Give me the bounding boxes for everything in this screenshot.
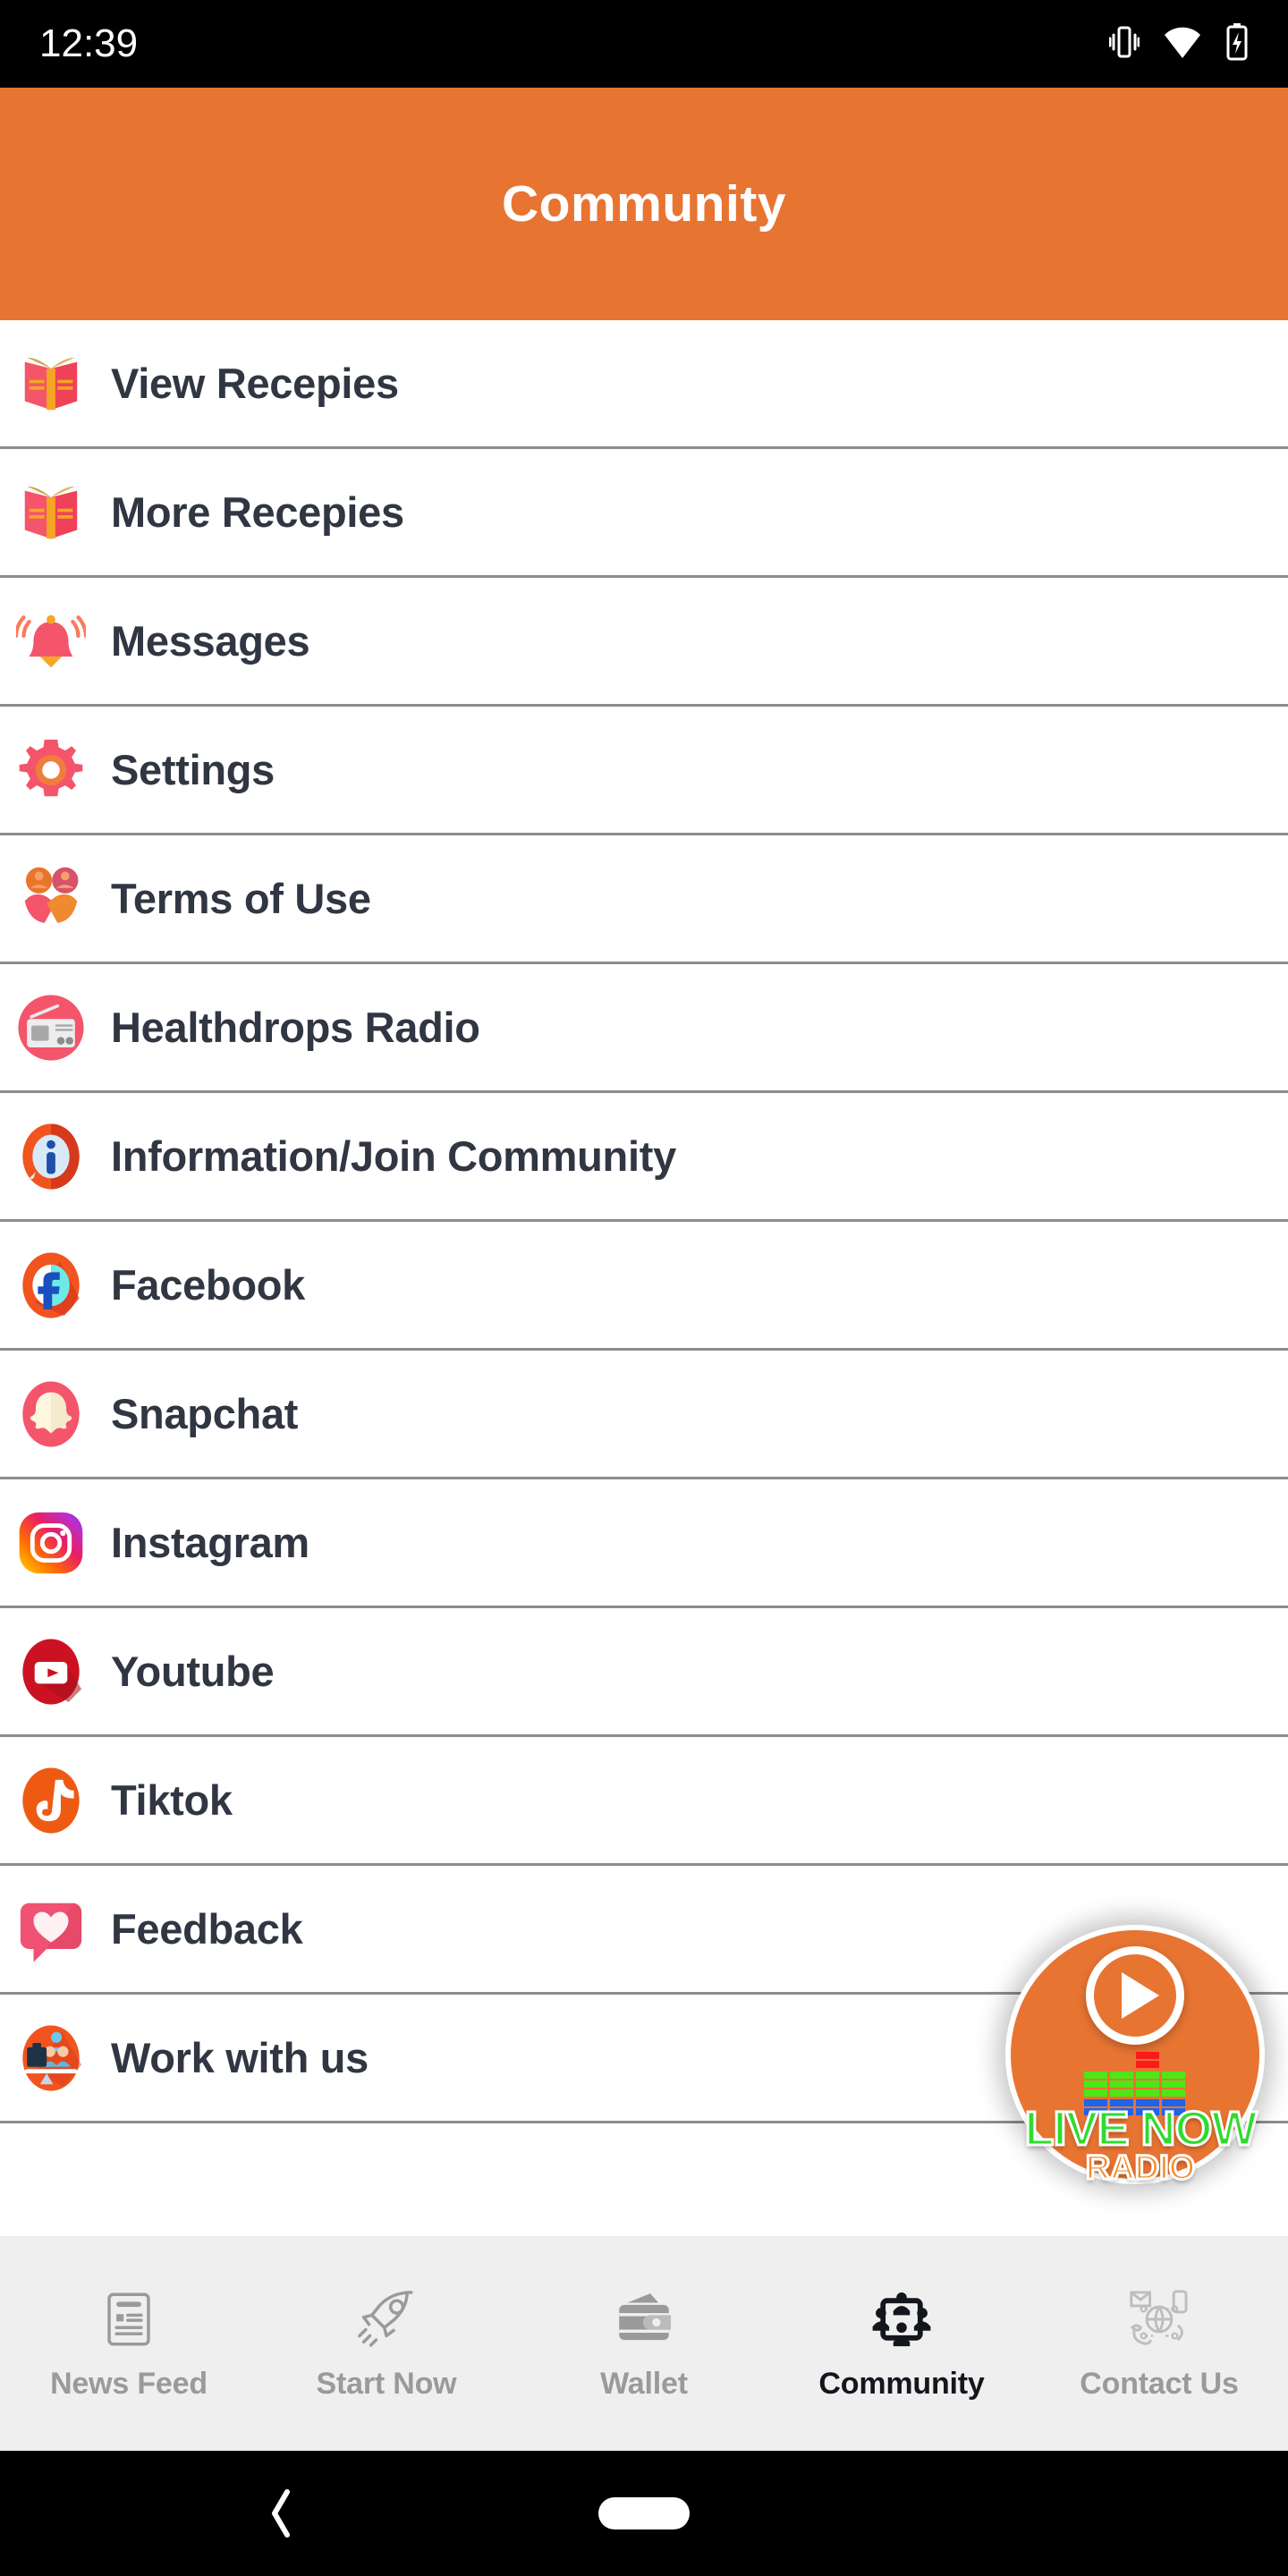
youtube-play-icon bbox=[16, 1637, 86, 1707]
list-item[interactable]: More Recepies bbox=[0, 449, 1288, 578]
list-item-label: Youtube bbox=[111, 1648, 275, 1695]
bottom-navigation[interactable]: News Feed Start Now Wallet Community Con bbox=[0, 2236, 1288, 2451]
list-item[interactable]: Snapchat bbox=[0, 1351, 1288, 1479]
radio-icon bbox=[16, 993, 86, 1063]
vibrate-icon bbox=[1108, 24, 1140, 64]
page-title: Community bbox=[502, 175, 786, 233]
list-item-label: Information/Join Community bbox=[111, 1132, 676, 1180]
status-icon-group bbox=[1108, 22, 1249, 66]
list-item[interactable]: Instagram bbox=[0, 1479, 1288, 1608]
handshake-people-icon bbox=[16, 864, 86, 934]
nav-item-wallet[interactable]: Wallet bbox=[515, 2236, 773, 2451]
list-item-label: Instagram bbox=[111, 1519, 309, 1566]
nav-label: Community bbox=[818, 2366, 985, 2401]
nav-item-start-now[interactable]: Start Now bbox=[258, 2236, 515, 2451]
list-item-label: Snapchat bbox=[111, 1390, 299, 1437]
list-item-label: Messages bbox=[111, 617, 310, 665]
wallet-icon bbox=[611, 2286, 677, 2352]
nav-label: Start Now bbox=[316, 2366, 457, 2401]
list-item-label: Terms of Use bbox=[111, 875, 371, 922]
heart-speech-bubble-icon bbox=[16, 1894, 86, 1964]
home-pill-icon[interactable] bbox=[598, 2497, 690, 2529]
nav-item-community[interactable]: Community bbox=[773, 2236, 1030, 2451]
nav-label: Contact Us bbox=[1080, 2366, 1239, 2401]
list-item-label: Tiktok bbox=[111, 1776, 233, 1824]
briefcase-team-icon bbox=[16, 2023, 86, 2093]
newspaper-icon bbox=[96, 2286, 162, 2352]
list-item[interactable]: Healthdrops Radio bbox=[0, 964, 1288, 1093]
list-item[interactable]: Facebook bbox=[0, 1222, 1288, 1351]
phone-screen: 12:39 Community View Recepies More Recep… bbox=[0, 0, 1288, 2576]
gear-icon bbox=[16, 735, 86, 805]
status-time: 12:39 bbox=[39, 21, 139, 65]
app-header: Community bbox=[0, 88, 1288, 320]
list-item-label: More Recepies bbox=[111, 488, 404, 536]
info-circle-icon bbox=[16, 1122, 86, 1191]
list-item-label: Work with us bbox=[111, 2034, 369, 2081]
live-radio-fab-button[interactable]: LIVE NOW RADIO bbox=[1005, 1925, 1265, 2187]
facebook-icon bbox=[16, 1250, 86, 1320]
list-item-label: View Recepies bbox=[111, 360, 399, 407]
list-item-label: Healthdrops Radio bbox=[111, 1004, 480, 1051]
list-item[interactable]: View Recepies bbox=[0, 320, 1288, 449]
nav-label: Wallet bbox=[600, 2366, 688, 2401]
list-item-label: Settings bbox=[111, 746, 275, 793]
list-item-label: Facebook bbox=[111, 1261, 305, 1309]
list-item-label: Feedback bbox=[111, 1905, 303, 1953]
snapchat-ghost-icon bbox=[16, 1379, 86, 1449]
list-item[interactable]: Information/Join Community bbox=[0, 1093, 1288, 1222]
android-navigation-bar[interactable] bbox=[0, 2451, 1288, 2576]
open-book-icon bbox=[16, 349, 86, 419]
status-bar: 12:39 bbox=[0, 0, 1288, 88]
list-item[interactable]: Youtube bbox=[0, 1608, 1288, 1737]
people-group-icon bbox=[869, 2286, 935, 2352]
nav-item-contact-us[interactable]: Contact Us bbox=[1030, 2236, 1288, 2451]
play-icon[interactable] bbox=[1086, 1946, 1184, 2045]
rocket-icon bbox=[353, 2286, 419, 2352]
list-item[interactable]: Terms of Use bbox=[0, 835, 1288, 964]
equalizer-icon bbox=[1080, 2052, 1190, 2118]
open-book-icon bbox=[16, 478, 86, 547]
battery-charging-icon bbox=[1225, 22, 1249, 66]
list-item[interactable]: Tiktok bbox=[0, 1737, 1288, 1866]
nav-label: News Feed bbox=[50, 2366, 208, 2401]
globe-contact-icon bbox=[1126, 2286, 1192, 2352]
instagram-icon bbox=[16, 1508, 86, 1578]
back-chevron-icon[interactable] bbox=[264, 2485, 300, 2542]
tiktok-note-icon bbox=[16, 1766, 86, 1835]
ringing-bell-icon bbox=[16, 606, 86, 676]
nav-item-news-feed[interactable]: News Feed bbox=[0, 2236, 258, 2451]
list-item[interactable]: Messages bbox=[0, 578, 1288, 707]
wifi-icon bbox=[1163, 24, 1202, 64]
list-item[interactable]: Settings bbox=[0, 707, 1288, 835]
